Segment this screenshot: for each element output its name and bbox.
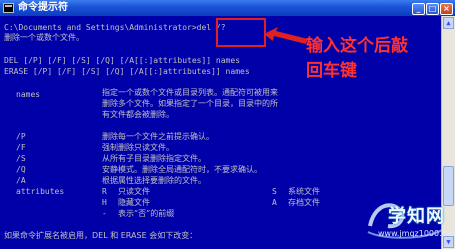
cmd-app-icon[interactable] — [3, 3, 14, 13]
attr-key-s: S — [272, 187, 277, 196]
annotation-line-2: 回车键 — [306, 61, 357, 81]
option-desc-a: 根据属性选择要删除的文件。 — [102, 176, 206, 185]
syntax-del-line: DEL [/P] [/F] [/S] [/Q] [/A[[:]attribute… — [4, 56, 241, 65]
prompt-path: C:\Documents and Settings\Administrator> — [4, 23, 197, 32]
attr-desc-h: 隐藏文件 — [118, 198, 150, 207]
option-key-s: /S — [16, 154, 26, 163]
red-arrow-icon — [264, 27, 308, 44]
scroll-thumb[interactable] — [443, 166, 454, 206]
option-key-f: /F — [16, 143, 26, 152]
extension-note-line: 如果命令扩展名被启用，DEL 和 ERASE 会如下改变： — [4, 231, 198, 240]
attr-key-h: H — [102, 198, 107, 207]
option-key-p: /P — [16, 132, 26, 141]
command-highlight-box — [216, 18, 266, 47]
option-key-a: /A — [16, 176, 26, 185]
close-button[interactable]: × — [440, 3, 453, 15]
minimize-button[interactable]: _ — [412, 3, 425, 15]
option-key-attributes: attributes — [16, 187, 65, 196]
option-desc-names-1: 指定一个或数个文件或目录列表。通配符可被用来 — [102, 88, 278, 97]
attr-key-neg: - — [102, 209, 107, 218]
attr-key-r: R — [102, 187, 107, 196]
option-desc-q: 安静模式。删除全局通配符时，不要求确认。 — [102, 165, 262, 174]
attr-desc-s: 系统文件 — [288, 187, 320, 196]
option-desc-s: 从所有子目录删除指定文件。 — [102, 154, 206, 163]
maximize-button[interactable]: □ — [426, 3, 439, 15]
prompt-line: C:\Documents and Settings\Administrator>… — [4, 23, 226, 33]
attr-desc-a: 存档文件 — [288, 198, 320, 207]
annotation-line-1: 输入这个后敲 — [306, 36, 408, 56]
watermark-url: www.jmqz1000.com — [378, 229, 455, 238]
syntax-erase-line: ERASE [/P] [/F] [/S] [/Q] [/A[[:]attribu… — [4, 67, 250, 76]
option-key-q: /Q — [16, 165, 26, 174]
option-desc-p: 删除每一个文件之前提示确认。 — [102, 132, 214, 141]
option-desc-names-3: 有文件都会被删除。 — [102, 110, 174, 119]
window-title: 命令提示符 — [18, 2, 68, 13]
attr-desc-r: 只读文件 — [118, 187, 150, 196]
watermark-brand: 学知网 — [388, 206, 445, 227]
desc-line: 删除一个或数个文件。 — [4, 33, 84, 42]
attr-desc-neg: 表示“否”的前缀 — [118, 209, 175, 218]
attr-key-a: A — [272, 198, 277, 207]
option-desc-f: 强制删除只读文件。 — [102, 143, 174, 152]
option-key-names: names — [16, 90, 41, 99]
annotation-text: 输入这个后敲 回车键 — [306, 34, 441, 84]
title-bar[interactable]: 命令提示符 _ □ × — [0, 0, 455, 16]
window-controls: _ □ × — [411, 1, 453, 15]
scroll-up-arrow-icon[interactable]: ▲ — [443, 17, 454, 29]
option-desc-names-2: 删除多个文件。如果指定了一个目录，目录中的所 — [102, 99, 278, 108]
